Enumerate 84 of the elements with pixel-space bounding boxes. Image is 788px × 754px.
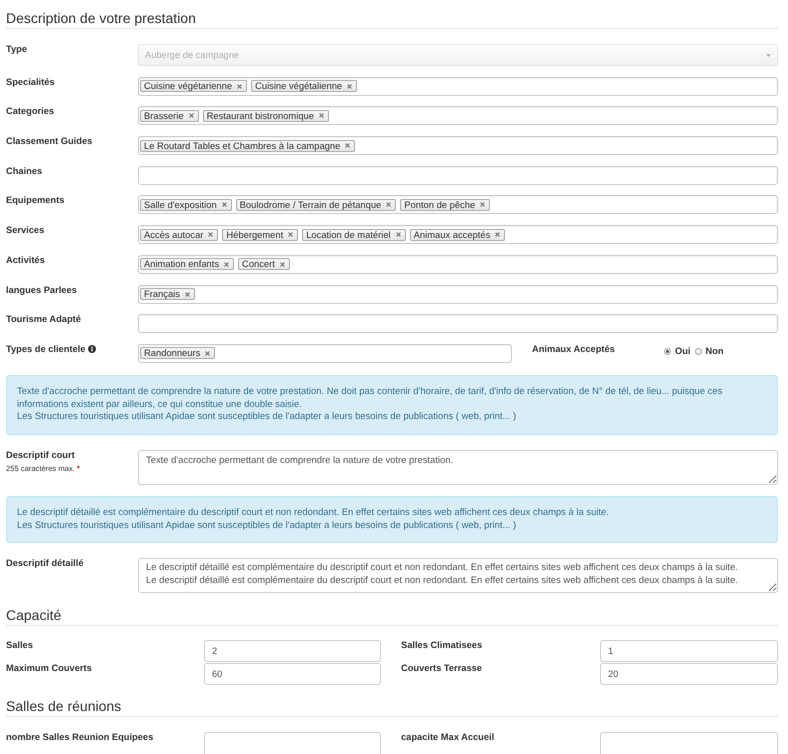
- close-icon[interactable]: [237, 84, 242, 89]
- field-label: Chaines: [6, 166, 42, 177]
- section-title: Capacité: [6, 606, 62, 623]
- tag-label: Boulodrome / Terrain de pétanque: [240, 200, 382, 210]
- close-icon[interactable]: [280, 262, 285, 267]
- tag-label: Ponton de pêche: [404, 200, 476, 210]
- text-field[interactable]: 1: [600, 640, 778, 662]
- info-icon: [88, 345, 96, 354]
- info-text: Les Structures touristiques utilisant Apidae sont susceptibles de l'adapter a leurs besoins de publications ( web, print... ): [17, 411, 516, 424]
- textarea-field[interactable]: Texte d'accroche permettant de comprendre la nature de votre prestation.: [138, 450, 778, 485]
- field-label: Categories: [6, 106, 54, 118]
- multiselect-field[interactable]: Français: [138, 284, 778, 304]
- info-text: Le descriptif détaillé est complémentaire du descriptif court et non redondant. En effet certains sites web affichent ces deux champs à la suite.: [17, 506, 609, 520]
- multiselect-field[interactable]: Randonneurs: [138, 344, 512, 363]
- field-label: Descriptif court: [6, 450, 75, 461]
- tag-label: Français: [144, 289, 180, 299]
- tag-label: Restaurant bistronomique: [206, 110, 314, 121]
- tag-label: Accès autocar: [144, 230, 204, 240]
- close-icon[interactable]: [386, 202, 392, 208]
- close-icon[interactable]: [222, 202, 227, 208]
- tag-label: Salle d'exposition: [144, 200, 217, 210]
- text-field[interactable]: 60: [204, 662, 381, 685]
- tag-label: Concert: [242, 259, 275, 270]
- field-label: Activités: [6, 254, 45, 266]
- radio-button[interactable]: [664, 348, 671, 355]
- radio-label: Non: [706, 346, 724, 357]
- tag-label: Brasserie: [144, 110, 184, 121]
- multiselect-field[interactable]: Salle d'exposition Boulodrome / Terrain de pétanque Ponton de pêche: [138, 195, 778, 214]
- field-label: Type: [6, 44, 28, 55]
- required-mark: *: [76, 464, 80, 474]
- multiselect-field[interactable]: Le Routard Tables et Chambres à la campagne: [138, 136, 778, 156]
- field-label: Descriptif détaillé: [6, 558, 84, 569]
- textarea-field[interactable]: Le descriptif détaillé est complémentaire du descriptif court et non redondant. En effet certains sites web affichent ces deux champs à la suite. Le descriptif détaillé est complémentaire du descriptif court et non redondant. En effet certains sites web affichent ces deux champs à la suite.: [138, 558, 778, 593]
- close-icon[interactable]: [224, 262, 230, 267]
- multiselect-field[interactable]: [138, 314, 778, 334]
- close-icon[interactable]: [396, 232, 401, 238]
- multiselect-field[interactable]: Accès autocar Hébergement Location de matériel Animaux acceptés: [138, 225, 778, 244]
- close-icon[interactable]: [188, 113, 194, 118]
- multiselect-field[interactable]: Brasserie Restaurant bistronomique: [138, 106, 778, 126]
- field-label: Animaux Acceptés: [532, 344, 615, 355]
- field-label: Services: [6, 225, 44, 236]
- field-label: Couverts Terrasse: [401, 662, 482, 674]
- close-icon[interactable]: [347, 84, 352, 89]
- info-text: Les Structures touristiques utilisant Apidae sont susceptibles de l'adapter a leurs besoins de publications ( web, print... ): [17, 520, 516, 532]
- close-icon[interactable]: [205, 350, 210, 356]
- tag-label: Randonneurs: [144, 348, 200, 358]
- text-field[interactable]: 2: [204, 640, 381, 662]
- section-title: Description de votre prestation: [6, 10, 196, 26]
- close-icon[interactable]: [345, 143, 350, 148]
- field-label: langues Parlees: [6, 284, 77, 296]
- tag-label: Animation enfants: [144, 259, 220, 270]
- tag-label: Le Routard Tables et Chambres à la campagne: [144, 140, 340, 151]
- info-text: Texte d'accroche permettant de comprendre la nature de votre prestation. Ne doit pas contenir d'horaire, de tarif, d'info de réservation, de N° de tél, de lieu... puisque ces informations existent par ailleurs, ce qui constitue une double saisie.: [17, 386, 724, 412]
- field-label: capacite Max Accueil: [401, 732, 494, 743]
- close-icon[interactable]: [288, 232, 294, 238]
- section-title: Salles de réunions: [6, 698, 122, 714]
- tag-label: Cuisine végétarienne: [144, 81, 232, 92]
- field-label: nombre Salles Reunion Equipees: [6, 732, 154, 743]
- field-label: Salles Climatisees: [401, 640, 482, 651]
- multiselect-field[interactable]: [138, 166, 778, 185]
- field-label: Salles: [6, 640, 33, 651]
- field-label: Types de clientele: [6, 344, 86, 355]
- close-icon[interactable]: [184, 292, 190, 296]
- text-field[interactable]: [600, 732, 778, 754]
- field-label: Tourisme Adapté: [6, 314, 81, 326]
- field-label: Specialités: [6, 76, 55, 88]
- close-icon[interactable]: [495, 232, 500, 238]
- field-label: Equipements: [6, 195, 64, 206]
- field-label: Maximum Couverts: [6, 662, 92, 674]
- tag-label: Hébergement: [226, 230, 284, 240]
- radio-button[interactable]: [694, 348, 702, 355]
- text-field[interactable]: 20: [600, 662, 778, 685]
- multiselect-field[interactable]: Cuisine végétarienne Cuisine végétalienne: [138, 76, 778, 96]
- multiselect-field[interactable]: Animation enfants Concert: [138, 254, 778, 274]
- tag-label: Location de matériel: [306, 230, 391, 240]
- tag-label: Cuisine végétalienne: [255, 81, 342, 92]
- field-label: Classement Guides: [6, 136, 92, 148]
- caret-icon: [766, 54, 771, 56]
- close-icon[interactable]: [318, 113, 324, 118]
- close-icon[interactable]: [480, 202, 486, 208]
- tag-label: Animaux acceptés: [414, 230, 490, 240]
- radio-label: Oui: [675, 346, 690, 357]
- close-icon[interactable]: [208, 232, 214, 238]
- text-field[interactable]: [204, 732, 381, 754]
